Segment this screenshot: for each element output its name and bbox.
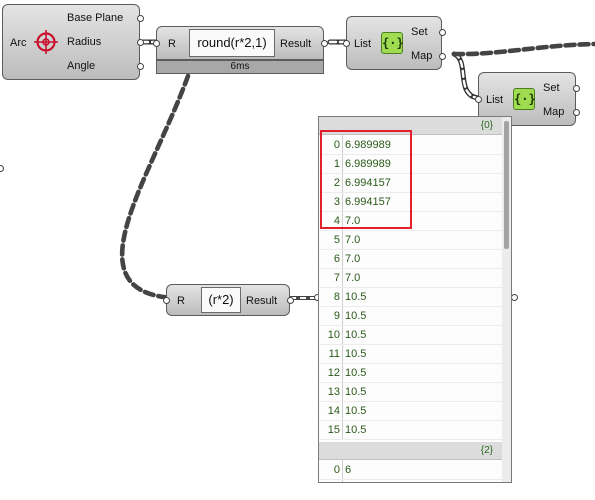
highlight-rectangle	[320, 130, 412, 229]
branch-header: {2}	[319, 442, 503, 460]
setmap-right-input-label: List	[486, 94, 504, 106]
expr2-input-grip[interactable]	[163, 297, 170, 304]
setmap-top-input-label: List	[354, 38, 372, 50]
setmap-right-input-grip[interactable]	[475, 96, 482, 103]
setmap-top-icon: {·}	[381, 32, 404, 54]
round-timer-bar: 6ms	[156, 60, 324, 74]
expr2-output-grip[interactable]	[287, 297, 294, 304]
arc-deconstruct-component[interactable]: Arc Base Plane Radius Angle	[2, 4, 144, 80]
expr2-expression-box[interactable]: (r*2)	[201, 287, 241, 313]
radius-output-grip[interactable]	[137, 39, 144, 46]
list-item: 10 10.5	[319, 326, 503, 345]
list-item: 13 10.5	[319, 383, 503, 402]
list-item: 5 7.0	[319, 231, 503, 250]
setmap-top-set-label: Set	[411, 26, 428, 38]
panel-scrollbar[interactable]	[502, 117, 511, 482]
setmap-right-map-grip[interactable]	[573, 109, 580, 116]
list-item: 6 7.0	[319, 250, 503, 269]
radius-output-label: Radius	[67, 36, 102, 48]
setmap-right-set-grip[interactable]	[573, 85, 580, 92]
list-item: 8 10.5	[319, 288, 503, 307]
setmap-right-icon: {·}	[513, 88, 536, 110]
list-item: 14 10.5	[319, 402, 503, 421]
angle-output-grip[interactable]	[137, 63, 144, 70]
list-item: 06	[319, 461, 503, 480]
expr2-input-label: R	[177, 295, 185, 307]
setmap-top-input-grip[interactable]	[343, 40, 350, 47]
setmap-top-set-grip[interactable]	[439, 29, 446, 36]
round-expression-component[interactable]: R round(r*2,1) Result	[153, 26, 328, 60]
arc-input-label: Arc	[10, 37, 27, 49]
base-plane-output-label: Base Plane	[67, 12, 124, 24]
arc-target-icon	[33, 29, 59, 55]
round-output-label: Result	[280, 38, 312, 50]
list-item: 11 10.5	[319, 345, 503, 364]
wire-to-right-edge	[451, 41, 595, 57]
expr2-component[interactable]: R (r*2) Result	[163, 284, 294, 316]
expr2-output-label: Result	[246, 295, 278, 307]
setmap-top-map-label: Map	[411, 50, 433, 62]
setmap-component-top[interactable]: List {·} Set Map	[343, 16, 446, 70]
list-item: 7 7.0	[319, 269, 503, 288]
angle-output-label: Angle	[67, 60, 96, 72]
round-input-label: R	[168, 38, 176, 50]
round-input-grip[interactable]	[153, 40, 160, 47]
setmap-right-set-label: Set	[543, 82, 560, 94]
round-expression-box[interactable]: round(r*2,1)	[189, 29, 275, 57]
base-plane-output-grip[interactable]	[137, 15, 144, 22]
round-output-grip[interactable]	[321, 40, 328, 47]
setmap-top-map-grip[interactable]	[439, 53, 446, 60]
list-item: 12 10.5	[319, 364, 503, 383]
list-item: 9 10.5	[319, 307, 503, 326]
setmap-right-map-label: Map	[543, 106, 565, 118]
panel-scroll-thumb[interactable]	[504, 121, 509, 249]
panel-output-grip[interactable]	[511, 294, 518, 301]
wire-radius-to-expr2	[119, 73, 191, 301]
list-item: 15 10.5	[319, 421, 503, 440]
